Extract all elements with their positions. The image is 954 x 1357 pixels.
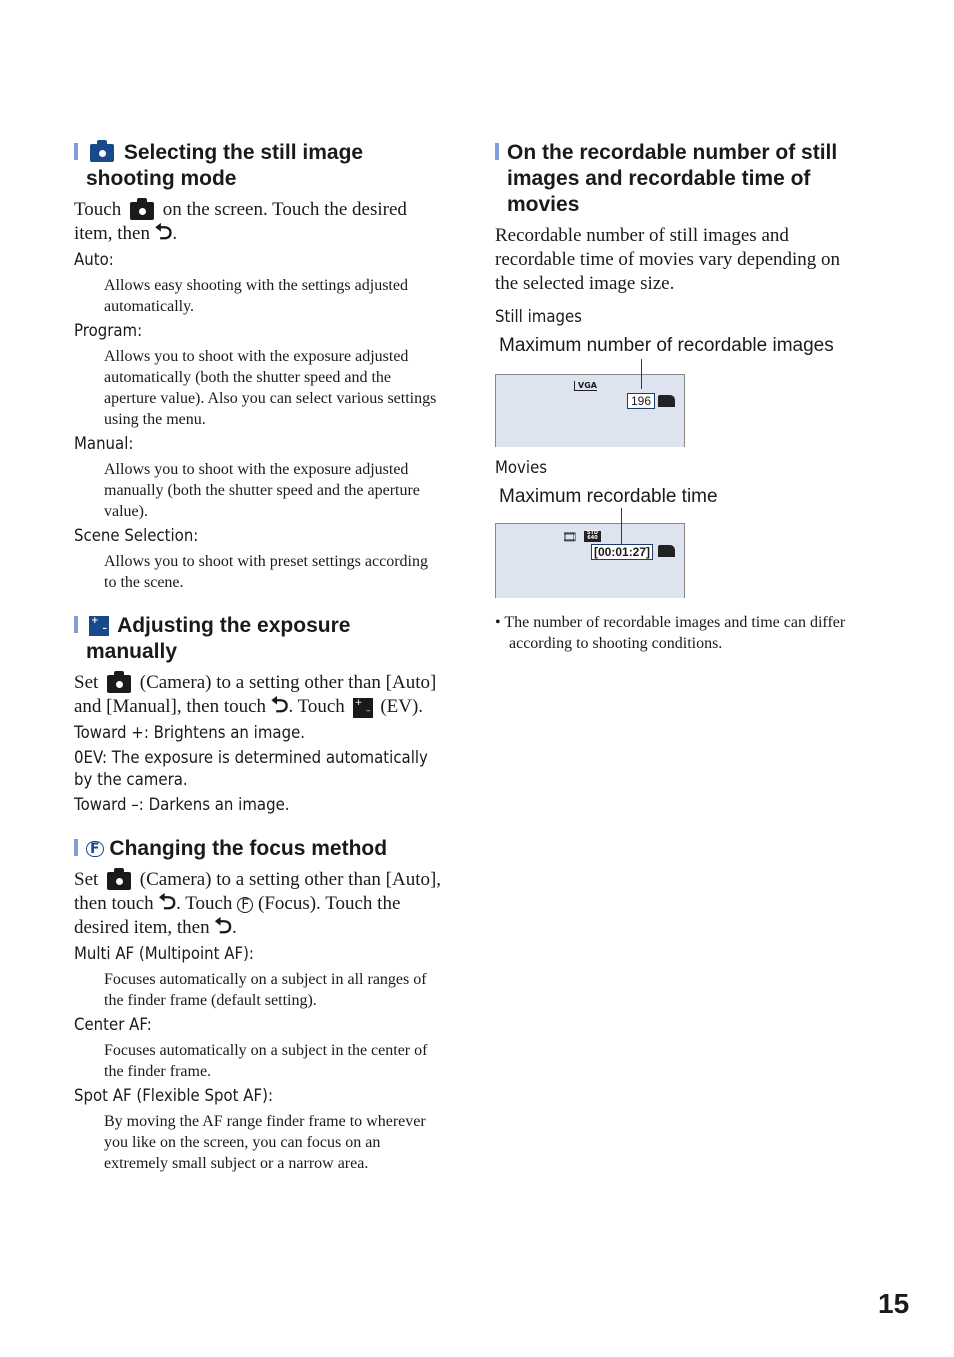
film-icon: 🎞 <box>562 530 578 544</box>
section-heading: Selecting the still image shooting mode <box>74 140 444 192</box>
exposure-line: 0EV: The exposure is determined automati… <box>74 748 428 790</box>
image-count: 196 <box>627 393 656 409</box>
section-focus: F Changing the focus method Set (Camera)… <box>74 836 444 1174</box>
term: Multi AF (Multipoint AF): <box>74 944 254 964</box>
term: Spot AF (Flexible Spot AF): <box>74 1086 274 1106</box>
memory-icon <box>658 545 675 557</box>
description: Allows easy shooting with the settings a… <box>104 277 408 315</box>
description: Allows you to shoot with the exposure ad… <box>104 461 420 520</box>
description: Focuses automatically on a subject in al… <box>104 971 427 1009</box>
term: Program: <box>74 321 143 341</box>
right-column: On the recordable number of still images… <box>495 140 865 654</box>
section-exposure: + – Adjusting the exposure manually Set (… <box>74 613 444 816</box>
lcd-still-screen: VGA 196 <box>495 359 685 447</box>
return-icon: ⮌ <box>214 914 232 939</box>
movies-callout: Maximum recordable time <box>499 486 718 507</box>
description: Focuses automatically on a subject in th… <box>104 1042 428 1080</box>
still-images-label: Still images <box>495 307 582 327</box>
paragraph: Set (Camera) to a setting other than [Au… <box>74 867 442 939</box>
camera-icon <box>107 867 132 890</box>
description: By moving the AF range finder frame to w… <box>104 1113 426 1172</box>
description: Allows you to shoot with the exposure ad… <box>104 348 437 428</box>
note: • The number of recordable images and ti… <box>495 614 846 652</box>
lcd-movie-screen: 🎞 STD 640 [00:01:27] <box>495 508 685 598</box>
section-heading: F Changing the focus method <box>74 836 444 862</box>
paragraph: Touch on the screen. Touch the desired i… <box>74 197 407 245</box>
callout-line <box>641 359 642 389</box>
paragraph: Set (Camera) to a setting other than [Au… <box>74 670 437 718</box>
term: Scene Selection: <box>74 526 199 546</box>
term: Manual: <box>74 434 134 454</box>
image-size-icon: VGA <box>574 381 597 391</box>
paragraph: Recordable number of still images and re… <box>495 225 841 294</box>
callout-line <box>621 508 622 546</box>
left-column: Selecting the still image shooting mode … <box>74 140 444 1174</box>
return-icon: ⮌ <box>270 693 289 718</box>
focus-list: Multi AF (Multipoint AF): Focuses automa… <box>74 943 444 1174</box>
description: Allows you to shoot with preset settings… <box>104 553 428 591</box>
return-icon: ⮌ <box>154 220 173 245</box>
return-icon: ⮌ <box>158 890 177 915</box>
exposure-line: Toward –: Darkens an image. <box>74 795 290 815</box>
ev-icon: + – <box>352 697 373 718</box>
movie-quality-icon: STD 640 <box>584 531 601 542</box>
memory-icon <box>658 395 675 407</box>
focus-icon: F <box>86 841 104 858</box>
heading-bar <box>74 616 78 633</box>
exposure-line: Toward +: Brightens an image. <box>74 723 306 743</box>
camera-icon <box>107 670 132 693</box>
still-callout: Maximum number of recordable images <box>499 335 834 356</box>
mode-list: Auto: Allows easy shooting with the sett… <box>74 249 444 593</box>
camera-icon <box>90 140 114 163</box>
recordable-time: [00:01:27] <box>591 544 654 560</box>
heading-bar <box>74 143 78 160</box>
term: Center AF: <box>74 1015 152 1035</box>
movies-label: Movies <box>495 458 548 478</box>
focus-icon: F <box>237 896 254 913</box>
camera-icon <box>129 197 154 220</box>
ev-icon: + – <box>89 616 109 637</box>
heading-bar <box>495 143 499 160</box>
section-heading: + – Adjusting the exposure manually <box>74 613 444 665</box>
section-still-image-mode: Selecting the still image shooting mode … <box>74 140 444 593</box>
term: Auto: <box>74 250 114 270</box>
page-number: 15 <box>878 1288 910 1319</box>
section-heading: On the recordable number of still images… <box>495 140 865 218</box>
heading-bar <box>74 839 78 856</box>
